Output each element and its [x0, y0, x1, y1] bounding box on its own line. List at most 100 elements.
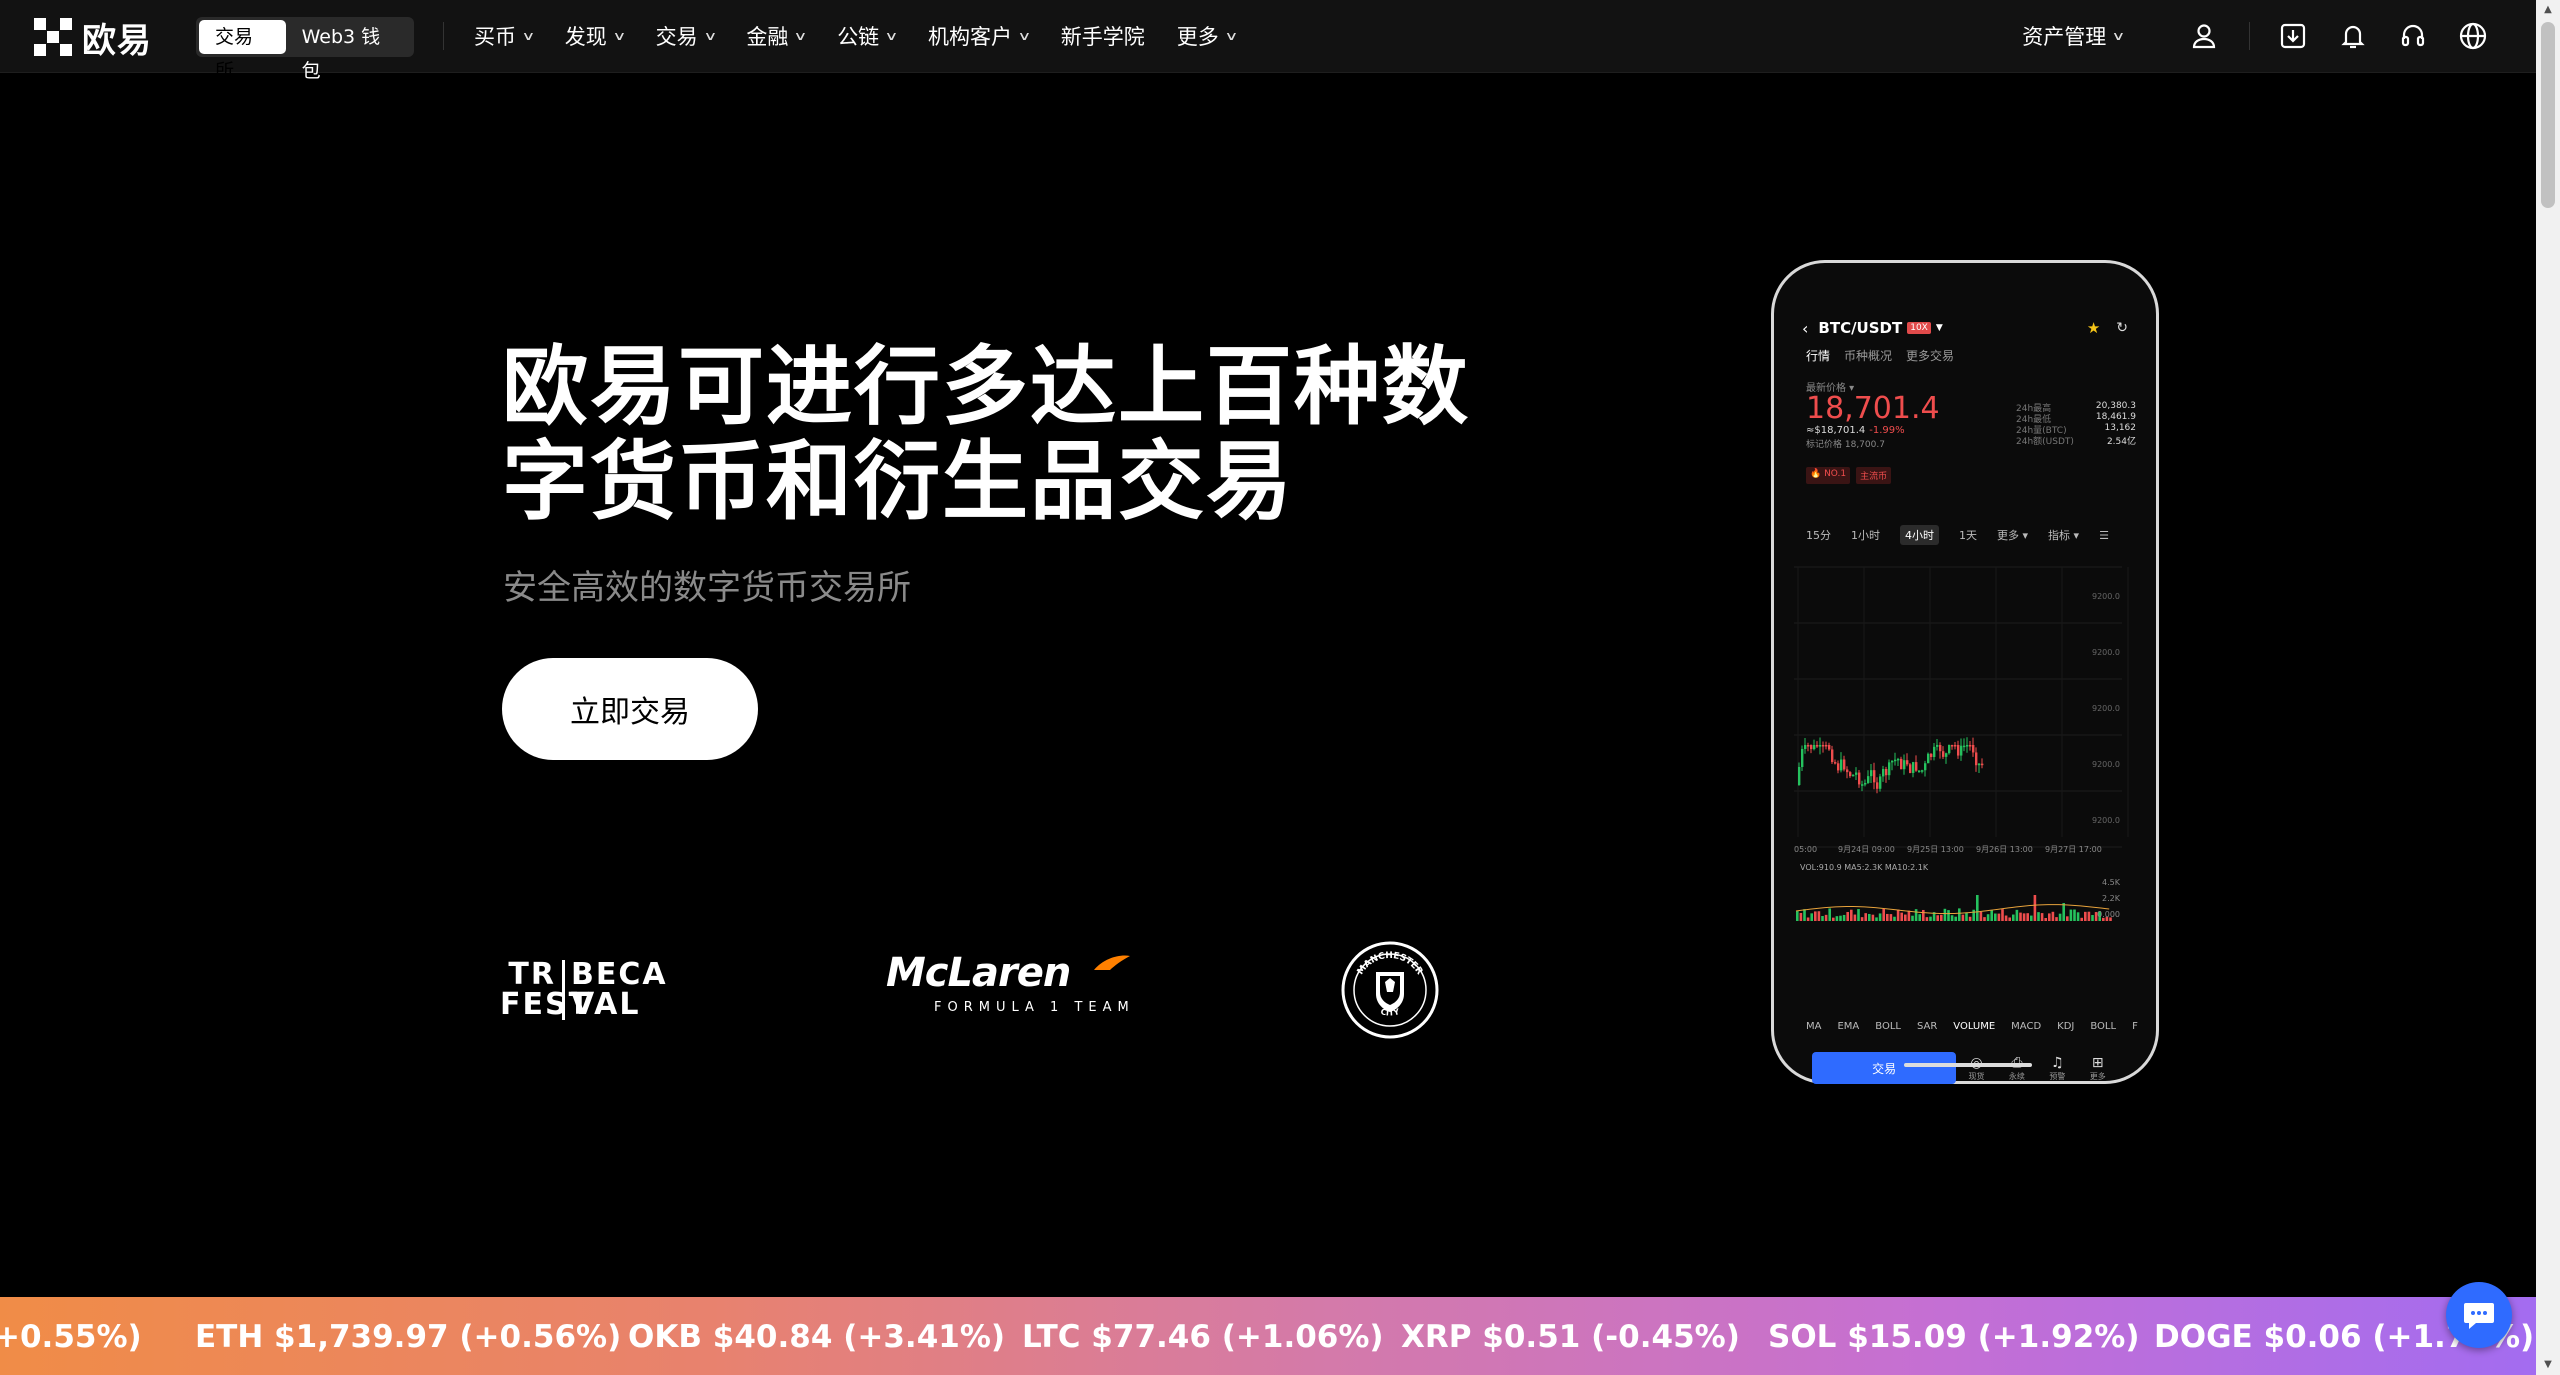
ticker-item-ltc[interactable]: LTC $77.46 (+1.06%)	[1022, 1319, 1384, 1355]
headset-icon[interactable]	[2396, 19, 2430, 53]
menu-buy-crypto[interactable]: 买币 ∨	[474, 21, 536, 51]
main-menu: 买币 ∨ 发现 ∨ 交易 ∨ 金融 ∨ 公链 ∨ 机构客户 ∨ 新手学院 更多 ∨	[474, 0, 1268, 72]
chevron-down-icon: ∨	[521, 29, 536, 43]
candle-body	[1978, 763, 1981, 766]
menu-trade[interactable]: 交易 ∨	[656, 21, 717, 51]
phone-home-indicator	[1904, 1063, 2032, 1067]
exchange-tab[interactable]: 交易所	[199, 20, 286, 82]
volume-bar	[2048, 913, 2051, 921]
menu-chain[interactable]: 公链 ∨	[837, 21, 898, 51]
candle-body	[1942, 751, 1945, 757]
volume-bar	[2040, 913, 2044, 921]
scrollbar-thumb[interactable]	[2541, 22, 2555, 208]
volume-bar	[1817, 911, 1821, 921]
volume-bar	[1853, 914, 1857, 921]
candle-body	[1909, 764, 1912, 773]
download-icon[interactable]	[2276, 19, 2310, 53]
x-tick: 05:00	[1794, 845, 1817, 854]
candle-body	[1936, 745, 1939, 747]
volume-bar	[2084, 911, 2087, 921]
candle-body	[1912, 762, 1915, 773]
volume-bar	[1918, 914, 1921, 921]
phone-pair-header: ‹ BTC/USDT 10X ▼ ★ ↻	[1802, 317, 2128, 339]
star-icon: ★	[2086, 319, 2101, 337]
ticker-item-okb[interactable]: OKB $40.84 (+3.41%)	[628, 1319, 1005, 1355]
menu-academy[interactable]: 新手学院	[1061, 21, 1145, 51]
volume-bar	[1961, 914, 1965, 921]
vol-tick: 4.5K	[2102, 878, 2121, 887]
volume-bar	[2037, 912, 2040, 921]
scroll-down-arrow-icon[interactable]: ▼	[2536, 1355, 2560, 1375]
menu-institutional[interactable]: 机构客户 ∨	[928, 21, 1032, 51]
volume-bar	[1954, 916, 1957, 921]
volume-bar	[1803, 909, 1806, 921]
bell-icon[interactable]	[2336, 19, 2370, 53]
volume-bar	[2015, 909, 2019, 921]
chat-support-button[interactable]	[2446, 1282, 2512, 1348]
volume-bar	[2058, 913, 2062, 921]
indicator-macd: MACD	[2011, 1021, 2042, 1032]
coin-badges: 🔥 NO.1 主流币	[1806, 467, 1897, 484]
volume-bar	[1875, 917, 1878, 921]
ticker-item[interactable]: +0.55%)	[0, 1319, 142, 1355]
volume-bar	[1842, 914, 1846, 921]
candle-body	[1939, 745, 1942, 752]
interval-15m: 15分	[1806, 529, 1831, 542]
24h-stats: 24h最高 20,380.3 24h最低 18,461.9 24h量(BTC) 13,…	[2016, 401, 2136, 447]
candle-body	[1867, 776, 1870, 783]
indicator-ema: EMA	[1837, 1021, 1860, 1032]
user-icon[interactable]	[2187, 19, 2221, 53]
scroll-up-arrow-icon[interactable]: ▲	[2536, 0, 2560, 20]
volume-bar	[1900, 912, 1903, 921]
volume-bar	[1965, 912, 1968, 921]
hero-title: 欧易可进行多达上百种数 字货币和衍生品交易	[502, 337, 1470, 532]
volume-bar	[1983, 917, 1986, 921]
vol-tick: 0.000	[2097, 910, 2120, 919]
candle-body	[1957, 745, 1960, 756]
ticker-item-sol[interactable]: SOL $15.09 (+1.92%)	[1768, 1319, 2140, 1355]
volume-bar	[2051, 911, 2055, 921]
volume-bar	[1846, 912, 1849, 921]
chevron-down-icon: ∨	[2111, 29, 2126, 43]
interval-1h: 1小时	[1851, 529, 1880, 542]
indicator-kdj: KDJ	[2057, 1021, 2075, 1032]
chevron-down-icon: ∨	[793, 29, 808, 43]
vol-tick: 2.2K	[2102, 894, 2121, 903]
candle-body	[1921, 770, 1924, 772]
volume-bar	[1871, 914, 1875, 921]
web3-wallet-tab[interactable]: Web3 钱包	[286, 20, 411, 82]
volume-bar	[1947, 910, 1950, 921]
indicator-menu: 指标 ▾	[2048, 529, 2080, 542]
trade-now-button[interactable]: 立即交易	[502, 658, 758, 760]
indicator-boll: BOLL	[1875, 1021, 1901, 1032]
candle-body	[1975, 752, 1978, 766]
chevron-down-icon: ∨	[1017, 29, 1032, 43]
candle-body	[1891, 760, 1894, 763]
candle-body	[1963, 745, 1966, 748]
candle-body	[1915, 762, 1918, 771]
globe-icon[interactable]	[2456, 19, 2490, 53]
menu-discover[interactable]: 发现 ∨	[565, 21, 626, 51]
candle-body	[1882, 769, 1885, 777]
nav-actions: 资产管理 ∨	[2022, 0, 2490, 72]
menu-more[interactable]: 更多 ∨	[1177, 21, 1238, 51]
menu-finance[interactable]: 金融 ∨	[746, 21, 808, 51]
ticker-item-eth[interactable]: ETH $1,739.97 (+0.56%)	[195, 1319, 621, 1355]
ticker-item-xrp[interactable]: XRP $0.51 (-0.45%)	[1401, 1319, 1740, 1355]
volume-bar	[1950, 915, 1954, 921]
volume-bar	[2055, 917, 2058, 921]
product-switch: 交易所 Web3 钱包	[196, 17, 414, 82]
candle-body	[1837, 763, 1840, 771]
candle-body	[1948, 745, 1951, 754]
candle-body	[1822, 745, 1825, 747]
candle-body	[1888, 762, 1891, 776]
volume-bar	[1968, 916, 1972, 921]
volume-bar	[1878, 913, 1882, 921]
candle-body	[1966, 745, 1969, 747]
category-badge: 主流币	[1856, 467, 1892, 484]
okx-logo[interactable]: 欧易	[34, 18, 152, 61]
asset-management-menu[interactable]: 资产管理 ∨	[2022, 21, 2126, 51]
candle-body	[1828, 745, 1831, 750]
page-scrollbar[interactable]: ▲ ▼	[2536, 0, 2560, 1375]
volume-bar	[1979, 911, 1983, 921]
